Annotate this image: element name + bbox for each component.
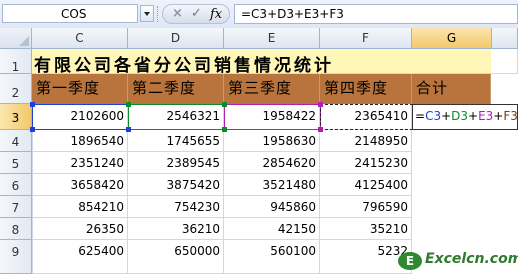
row-header-9[interactable]: 9 xyxy=(0,240,32,274)
enter-icon[interactable]: ✓ xyxy=(191,6,202,21)
row-header-4[interactable]: 4 xyxy=(0,130,32,152)
ref-handle[interactable] xyxy=(126,102,131,107)
column-header-g[interactable]: G xyxy=(412,28,492,49)
ref-box-c3 xyxy=(32,104,129,130)
ref-handle[interactable] xyxy=(222,127,227,132)
cell-d8[interactable]: 36210 xyxy=(128,218,224,240)
header-cell-total[interactable]: 合计 xyxy=(412,74,491,104)
cell-c6[interactable]: 3658420 xyxy=(32,174,128,196)
title-cell[interactable]: 有限公司各省分公司销售情况统计 xyxy=(32,49,491,76)
row-header-2[interactable]: 2 xyxy=(0,74,32,104)
cell-f5[interactable]: 2415230 xyxy=(320,152,412,174)
formula-part-c3: C3 xyxy=(425,109,442,123)
cell-f4[interactable]: 2148950 xyxy=(320,130,412,152)
formula-bar: COS × ✓ fx =C3+D3+E3+F3 xyxy=(0,0,518,29)
ref-box-e3 xyxy=(224,104,321,130)
watermark-text: Excelcn.com xyxy=(425,251,518,267)
cell-d9[interactable]: 650000 xyxy=(128,240,224,274)
formula-part-f3: F3 xyxy=(503,109,518,123)
header-cell-q4[interactable]: 第四季度 xyxy=(320,74,412,104)
cancel-icon[interactable]: × xyxy=(172,6,183,21)
ref-handle[interactable] xyxy=(318,127,323,132)
cell-e6[interactable]: 3521480 xyxy=(224,174,320,196)
header-q2: 第二季度 xyxy=(132,79,197,97)
formula-part-equals: = xyxy=(415,109,426,123)
cell-e7[interactable]: 945860 xyxy=(224,196,320,218)
cell-e5[interactable]: 2854620 xyxy=(224,152,320,174)
name-box-dropdown-icon[interactable] xyxy=(140,5,154,22)
cell-d4[interactable]: 1745655 xyxy=(128,130,224,152)
cell-c4[interactable]: 1896540 xyxy=(32,130,128,152)
formula-buttons: × ✓ fx xyxy=(162,4,230,24)
cell-c7[interactable]: 854210 xyxy=(32,196,128,218)
ref-box-d3 xyxy=(128,104,225,130)
cell-e4[interactable]: 1958630 xyxy=(224,130,320,152)
ref-handle[interactable] xyxy=(318,102,323,107)
cell-d7[interactable]: 754230 xyxy=(128,196,224,218)
header-q4: 第四季度 xyxy=(324,79,389,97)
cell-c5[interactable]: 2351240 xyxy=(32,152,128,174)
active-cell-editor[interactable]: =C3+D3+E3+F3 xyxy=(412,104,518,130)
column-header-e[interactable]: E xyxy=(224,28,320,49)
cell-e9[interactable]: 560100 xyxy=(224,240,320,274)
header-total: 合计 xyxy=(416,79,449,97)
watermark-logo-icon: E xyxy=(398,252,422,270)
cell-f8[interactable]: 35210 xyxy=(320,218,412,240)
column-header-h[interactable] xyxy=(492,28,518,49)
formula-part-plus: + xyxy=(441,109,452,123)
header-q1: 第一季度 xyxy=(36,79,101,97)
cell-f6[interactable]: 4125400 xyxy=(320,174,412,196)
ref-handle[interactable] xyxy=(126,127,131,132)
toolbar-separator xyxy=(157,6,160,22)
formula-text: =C3+D3+E3+F3 xyxy=(241,7,344,21)
column-header-f[interactable]: F xyxy=(320,28,412,49)
ref-handle[interactable] xyxy=(30,102,35,107)
formula-part-d3: D3 xyxy=(451,109,469,123)
column-header-d[interactable]: D xyxy=(128,28,224,49)
ref-box-f3 xyxy=(320,104,413,130)
row-header-1[interactable]: 1 xyxy=(0,49,32,74)
cell-f7[interactable]: 796590 xyxy=(320,196,412,218)
formula-part-e3: E3 xyxy=(478,109,494,123)
header-q3: 第三季度 xyxy=(228,79,293,97)
ref-handle[interactable] xyxy=(30,127,35,132)
name-box-value: COS xyxy=(61,7,87,21)
cell-d6[interactable]: 3875420 xyxy=(128,174,224,196)
row-header-7[interactable]: 7 xyxy=(0,196,32,218)
row-header-5[interactable]: 5 xyxy=(0,152,32,174)
select-all-corner[interactable] xyxy=(0,28,32,49)
name-box[interactable]: COS xyxy=(2,4,138,23)
row-header-3[interactable]: 3 xyxy=(0,104,32,130)
header-cell-q1[interactable]: 第一季度 xyxy=(32,74,128,104)
formula-part-plus: + xyxy=(493,109,504,123)
sheet-title: 有限公司各省分公司销售情况统计 xyxy=(34,56,334,76)
header-cell-q3[interactable]: 第三季度 xyxy=(224,74,320,104)
cell-e8[interactable]: 42150 xyxy=(224,218,320,240)
formula-part-plus: + xyxy=(468,109,479,123)
row-header-6[interactable]: 6 xyxy=(0,174,32,196)
cell-h1[interactable] xyxy=(491,49,518,74)
site-watermark: E Excelcn.com xyxy=(398,249,518,273)
formula-input[interactable]: =C3+D3+E3+F3 xyxy=(234,4,518,24)
column-header-c[interactable]: C xyxy=(32,28,128,49)
cell-c9[interactable]: 625400 xyxy=(32,240,128,274)
cell-c8[interactable]: 26350 xyxy=(32,218,128,240)
ref-handle[interactable] xyxy=(222,102,227,107)
insert-function-icon[interactable]: fx xyxy=(210,7,222,22)
row-header-8[interactable]: 8 xyxy=(0,218,32,240)
cell-d5[interactable]: 2389545 xyxy=(128,152,224,174)
header-cell-q2[interactable]: 第二季度 xyxy=(128,74,224,104)
